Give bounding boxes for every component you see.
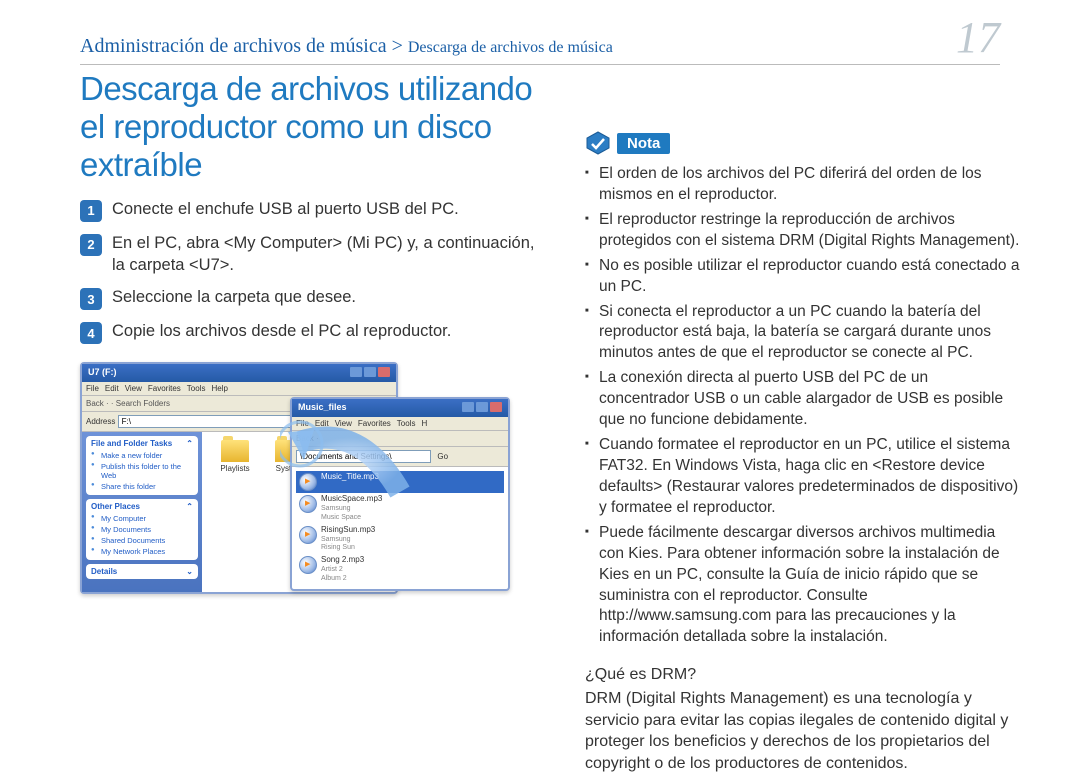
note-item: La conexión directa al puerto USB del PC… [585,368,1020,431]
menu-item: View [125,384,142,393]
address-label: Address [86,417,115,426]
breadcrumb: Administración de archivos de música > D… [80,35,613,58]
media-icon [299,556,317,574]
steps-list: 1 Conecte el enchufe USB al puerto USB de… [80,198,540,345]
note-item: No es posible utilizar el reproductor cu… [585,256,1020,298]
step-text: Copie los archivos desde el PC al reprod… [112,320,540,342]
go-button: Go [437,452,448,461]
menu-item: H [421,419,427,428]
page-header: Administración de archivos de música > D… [80,20,1000,65]
menu-item: Favorites [148,384,181,393]
breadcrumb-main: Administración de archivos de música [80,35,387,57]
note-label: Nota [617,133,670,154]
file-item: Song 2.mp3Artist 2Album 2 [296,554,504,584]
step-number: 1 [80,200,102,222]
menu-bar: File Edit View Favorites Tools Help [82,382,396,396]
sidebar-task: Make a new folder [91,450,193,461]
folder-item: Playlists [210,440,260,473]
places-panel: Other Places⌃ My ComputerMy DocumentsSha… [86,499,198,560]
step-number: 4 [80,322,102,344]
menu-item: Help [211,384,227,393]
note-list: El orden de los archivos del PC diferirá… [585,164,1020,648]
step: 4 Copie los archivos desde el PC al repro… [80,320,540,344]
step: 2 En el PC, abra <My Computer> (Mi PC) y,… [80,232,540,277]
note-cube-icon [585,130,611,156]
close-icon [378,367,390,377]
note-item: El reproductor restringe la reproducción… [585,210,1020,252]
step-text: Conecte el enchufe USB al puerto USB del… [112,198,540,220]
step-number: 3 [80,288,102,310]
menu-item: Edit [105,384,119,393]
note-header: Nota [585,130,1020,156]
tasks-heading: File and Folder Tasks [91,439,172,448]
sidebar-place: My Documents [91,524,193,535]
details-panel: Details⌄ [86,564,198,579]
screenshot-illustration: U7 (F:) FileEditViewFavoritesToolsHelp B… [80,362,520,622]
section-title: Descarga de archivos utilizando el repro… [80,70,540,184]
max-icon [364,367,376,377]
folder-icon [221,440,249,462]
places-heading: Other Places [91,502,140,511]
step-number: 2 [80,234,102,256]
step: 1 Conecte el enchufe USB al puerto USB de… [80,198,540,222]
window-buttons [460,402,502,414]
min-icon [350,367,362,377]
max-icon [476,402,488,412]
sidebar: File and Folder Tasks⌃ Make a new folder… [82,432,202,592]
page-number: 17 [956,20,1000,55]
file-name: Song 2.mp3Artist 2Album 2 [321,556,364,582]
note-item: Cuando formatee el reproductor en un PC,… [585,435,1020,519]
step-text: Seleccione la carpeta que desee. [112,286,540,308]
note-item: El orden de los archivos del PC diferirá… [585,164,1020,206]
details-heading: Details [91,567,117,576]
sidebar-task: Publish this folder to the Web [91,461,193,481]
drag-arrow-icon [280,412,420,532]
drm-heading: ¿Qué es DRM? [585,666,1020,684]
window-title: U7 (F:) [88,367,117,379]
breadcrumb-sep: > [392,35,403,57]
sidebar-place: My Computer [91,513,193,524]
tasks-panel: File and Folder Tasks⌃ Make a new folder… [86,436,198,495]
menu-item: File [86,384,99,393]
sidebar-place: Shared Documents [91,535,193,546]
window-titlebar: U7 (F:) [82,364,396,382]
window-buttons [348,367,390,379]
step: 3 Seleccione la carpeta que desee. [80,286,540,310]
note-item: Si conecta el reproductor a un PC cuando… [585,302,1020,365]
close-icon [490,402,502,412]
right-column: Nota El orden de los archivos del PC dif… [585,130,1020,775]
sidebar-place: My Network Places [91,546,193,557]
sidebar-task: Share this folder [91,481,193,492]
breadcrumb-sub: Descarga de archivos de música [408,39,613,56]
menu-item: Tools [187,384,206,393]
note-item: Puede fácilmente descargar diversos arch… [585,523,1020,649]
left-column: Descarga de archivos utilizando el repro… [80,70,540,622]
min-icon [462,402,474,412]
step-text: En el PC, abra <My Computer> (Mi PC) y, … [112,232,540,277]
